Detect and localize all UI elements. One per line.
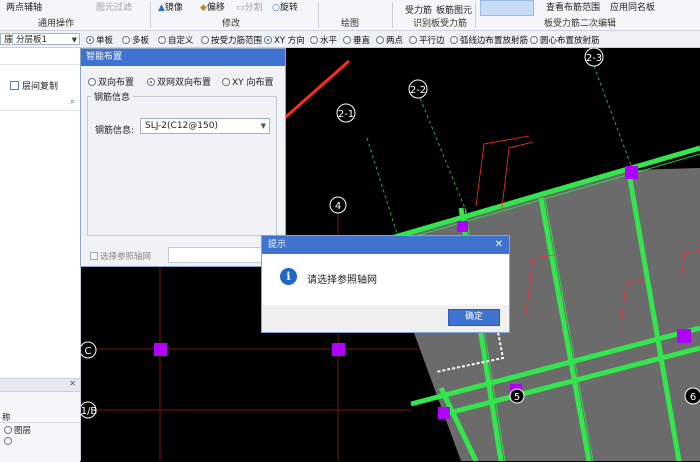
view-rebar-range-button[interactable]: 查看布筋范围 <box>546 0 600 13</box>
slab-rebar-element-button[interactable]: 板筋图元 <box>436 3 472 16</box>
mirror-icon: ▲ <box>158 3 165 13</box>
reference-axis-field[interactable] <box>168 247 272 263</box>
axis-label-4: 4 <box>335 201 341 212</box>
select-reference-axis-checkbox[interactable]: 选择参照轴网 <box>90 250 151 262</box>
option-arc-edge-radial[interactable]: 弧线边布置放射筋 <box>450 34 528 46</box>
info-icon: i <box>280 268 297 285</box>
layer-row[interactable]: 图层 <box>0 424 80 436</box>
smart-layout-title: 智能布置 <box>81 49 285 66</box>
group-draw: 绘图 <box>341 19 360 29</box>
split-button[interactable]: ▭分割 <box>236 0 263 13</box>
option-single-slab[interactable]: 单板 <box>86 34 113 46</box>
rotate-icon: ○ <box>272 3 280 13</box>
dropdown-arrow-icon[interactable]: ▼ <box>261 119 266 133</box>
prompt-body: i 请选择参照轴网 <box>262 254 509 305</box>
axis-label-5: 5 <box>514 392 520 403</box>
left-panel-search-bar[interactable]: ⌕ <box>0 96 80 111</box>
offset-icon: ◆ <box>200 3 207 13</box>
dropdown-arrow-icon: ▼ <box>71 36 77 44</box>
lower-panel-header: ✕ <box>0 379 80 392</box>
axis-label-2-2: 2-2 <box>410 85 426 96</box>
apply-same-slab-button[interactable]: 应用同名板 <box>610 0 655 13</box>
split-icon: ▭ <box>236 3 245 13</box>
layer-copy-button[interactable]: 层间复制 <box>10 79 58 92</box>
close-icon[interactable]: ✕ <box>69 379 76 388</box>
prompt-message: 请选择参照轴网 <box>307 275 377 286</box>
rebar-button[interactable]: 受力筋 <box>405 3 432 16</box>
rebar-info-group <box>87 96 277 236</box>
copy-icon <box>10 81 19 90</box>
close-icon[interactable]: ✕ <box>495 236 503 254</box>
ribbon-separator <box>150 2 151 28</box>
option-center-radial[interactable]: 圆心布置放射筋 <box>530 34 600 46</box>
option-custom[interactable]: 自定义 <box>158 34 194 46</box>
layer-combo[interactable]: 分层板1 ▼ <box>12 33 80 45</box>
group-general-ops: 通用操作 <box>38 19 75 29</box>
option-vertical[interactable]: 垂直 <box>343 34 370 46</box>
smart-layout-dialog: 智能布置 双向布置 双网双向布置 XY 向布置 钢筋信息 钢筋信息: SLJ-2… <box>80 48 286 267</box>
mirror-button[interactable]: ▲镜像 <box>158 0 183 13</box>
axis-label-2-3: 2-3 <box>586 53 602 64</box>
ribbon-active-button[interactable] <box>480 0 534 16</box>
group-identify-slab-rebar: 识别板受力筋 <box>413 19 468 29</box>
option-xy-direction[interactable]: XY 方向 <box>264 34 305 46</box>
radio-xy-direction[interactable]: XY 向布置 <box>222 75 274 88</box>
two-point-aux-axis-button[interactable]: 两点辅轴 <box>6 0 42 13</box>
radio-double-net-bidirectional[interactable]: 双网双向布置 <box>147 75 211 88</box>
axis-label-c: C <box>85 346 92 357</box>
filter-button[interactable]: 图元过滤 <box>96 0 132 13</box>
lower-panel-col-header: 称 <box>0 411 80 423</box>
option-parallel-edge[interactable]: 平行边 <box>409 34 445 46</box>
axis-label-6: 6 <box>690 392 696 403</box>
rebar-info-group-label: 钢筋信息 <box>91 90 134 103</box>
left-panel: 层间复制 ⌕ ✕ 称 图层 <box>0 48 81 462</box>
rebar-info-label: 钢筋信息: <box>95 126 135 136</box>
ok-button[interactable]: 确定 <box>448 309 500 326</box>
option-by-rebar-range[interactable]: 按受力筋范围 <box>201 34 262 46</box>
option-multi-slab[interactable]: 多板 <box>122 34 149 46</box>
floor-combo[interactable]: 层 <box>0 33 13 45</box>
rebar-info-input[interactable]: SLJ-2(C12@150) ▼ <box>140 118 270 134</box>
left-panel-lower: ✕ 称 图层 <box>0 378 80 462</box>
ribbon-separator <box>318 2 319 28</box>
left-panel-toolbar <box>0 48 80 65</box>
group-slab-rebar-secondary-edit: 板受力筋二次编辑 <box>544 19 617 29</box>
ribbon-separator <box>392 2 393 28</box>
group-modify: 修改 <box>222 19 241 29</box>
offset-button[interactable]: ◆偏移 <box>200 0 225 13</box>
option-two-points[interactable]: 两点 <box>376 34 403 46</box>
prompt-title: 提示 <box>262 236 509 254</box>
ribbon-toolbar: 两点辅轴 图元过滤 ▲镜像 ◆偏移 ▭分割 ○旋转 受力筋 板筋图元 查看布筋范… <box>0 0 700 31</box>
layer-row[interactable] <box>0 437 80 449</box>
radio-bidirectional[interactable]: 双向布置 <box>88 75 134 88</box>
search-icon[interactable]: ⌕ <box>70 97 75 107</box>
option-horizontal[interactable]: 水平 <box>310 34 337 46</box>
rotate-button[interactable]: ○旋转 <box>272 0 298 13</box>
axis-label-2-1: 2-1 <box>338 109 354 120</box>
axis-label-1b: 1/B <box>81 406 97 417</box>
prompt-dialog: 提示 ✕ i 请选择参照轴网 确定 <box>261 235 510 333</box>
ribbon-separator <box>475 2 476 28</box>
option-bar: 层 分层板1 ▼ 单板 多板 自定义 按受力筋范围 XY 方向 水平 垂直 两点 … <box>0 31 700 48</box>
